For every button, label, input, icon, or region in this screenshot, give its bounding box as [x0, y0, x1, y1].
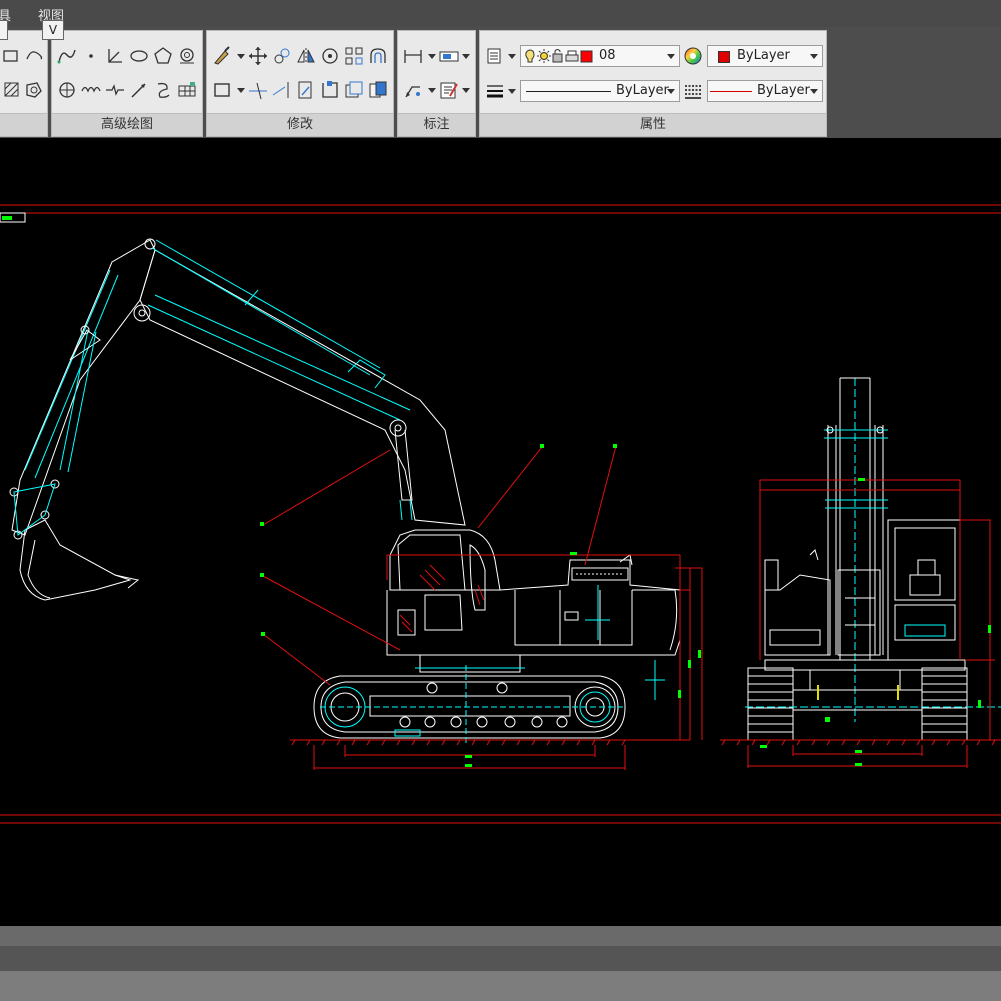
dimension-style-icon[interactable] [438, 45, 460, 67]
panel-properties: 08 ByLayer ByLayer ByLayer 属性 [479, 30, 827, 137]
layer-properties-icon[interactable] [484, 45, 506, 67]
break-line-icon[interactable] [104, 79, 126, 101]
ellipse-icon[interactable] [128, 45, 150, 67]
dimension-text-markers [260, 444, 991, 767]
lineweight-dropdown-arrow [810, 89, 818, 94]
polygon-icon[interactable] [152, 45, 174, 67]
leader-icon[interactable] [128, 79, 150, 101]
ribbon: 高级绘图 修改 标注 08 ByLayer ByLayer ByLayer 属性 [0, 27, 1001, 138]
layout-tabs-bar [0, 926, 1001, 946]
array-icon[interactable] [343, 45, 365, 67]
status-bar [0, 971, 1001, 1001]
dimension-style-dropdown[interactable] [462, 45, 470, 67]
extend-icon[interactable] [271, 79, 293, 101]
color-select[interactable]: ByLayer [707, 45, 823, 67]
excavator-side-view [9, 238, 703, 770]
panel-title-draw [0, 113, 47, 136]
match-properties-dropdown[interactable] [237, 45, 245, 67]
linetype-preview [526, 91, 611, 92]
layer-select[interactable]: 08 [520, 45, 680, 67]
region-tool-icon[interactable] [23, 79, 45, 101]
drawing-canvas[interactable] [0, 138, 1001, 926]
layer-name: 08 [599, 48, 616, 63]
color-swatch [718, 51, 730, 63]
color-wheel-icon[interactable] [682, 45, 704, 67]
color-value: ByLayer [737, 48, 790, 63]
helix-icon[interactable] [80, 79, 102, 101]
panel-title-modify: 修改 [207, 113, 393, 136]
text-edit-icon[interactable] [438, 79, 460, 101]
multileader-dropdown[interactable] [428, 79, 436, 101]
revision-cloud-icon[interactable] [56, 79, 78, 101]
multileader-icon[interactable] [402, 79, 424, 101]
fillet-icon[interactable] [343, 79, 365, 101]
command-line[interactable] [0, 946, 1001, 971]
select-window-icon[interactable] [211, 79, 233, 101]
lineweight-value: ByLayer [757, 83, 810, 98]
panel-draw-partial [0, 30, 48, 137]
explode-icon[interactable] [367, 79, 389, 101]
menu-bar: 具 视图 [0, 0, 1001, 27]
lineweight-select[interactable]: ByLayer [707, 80, 823, 102]
scale-icon[interactable] [295, 79, 317, 101]
point-icon[interactable] [80, 45, 102, 67]
transparency-icon[interactable] [682, 80, 704, 102]
excavator-front-view [720, 377, 1001, 768]
move-icon[interactable] [247, 45, 269, 67]
linetype-dropdown-arrow [667, 89, 675, 94]
hatch-tool-icon[interactable] [1, 79, 23, 101]
linear-dimension-icon[interactable] [402, 45, 424, 67]
stretch-icon[interactable] [319, 79, 341, 101]
linetype-value: ByLayer [616, 83, 669, 98]
panel-modify: 修改 [206, 30, 394, 137]
spline-icon[interactable] [56, 45, 78, 67]
match-properties-icon[interactable] [211, 45, 233, 67]
boundary-icon[interactable] [152, 79, 174, 101]
linetype-select[interactable]: ByLayer [520, 80, 680, 102]
layer-dropdown-arrow [667, 54, 675, 59]
donut-icon[interactable] [176, 45, 198, 67]
copy-icon[interactable] [271, 45, 293, 67]
keytip-badge: V [42, 20, 64, 40]
panel-advanced-draw: 高级绘图 [51, 30, 203, 137]
cad-drawing [0, 204, 1001, 824]
drawing-frame [0, 204, 1001, 824]
layer-state-icons [525, 49, 593, 63]
offset-icon[interactable] [367, 45, 389, 67]
table-icon[interactable] [176, 79, 198, 101]
text-dropdown[interactable] [462, 79, 470, 101]
lineweight-preview [710, 91, 752, 92]
panel-title-properties: 属性 [480, 113, 826, 136]
panel-title-annotate: 标注 [398, 113, 475, 136]
keytip-badge-partial [0, 20, 8, 40]
mirror-icon[interactable] [295, 45, 317, 67]
panel-title-advanced-draw: 高级绘图 [52, 113, 202, 136]
panel-annotate: 标注 [397, 30, 476, 137]
lineweight-menu-dropdown[interactable] [508, 80, 516, 102]
rotate-icon[interactable] [319, 45, 341, 67]
ray-icon[interactable] [104, 45, 126, 67]
trim-icon[interactable] [247, 79, 269, 101]
select-dropdown[interactable] [237, 79, 245, 101]
lineweight-icon[interactable] [484, 80, 506, 102]
wipeout-tool-icon[interactable] [23, 45, 45, 67]
rectangle-tool-icon[interactable] [1, 45, 23, 67]
color-dropdown-arrow [810, 54, 818, 59]
dimension-dropdown[interactable] [428, 45, 436, 67]
layer-properties-dropdown[interactable] [508, 45, 516, 67]
